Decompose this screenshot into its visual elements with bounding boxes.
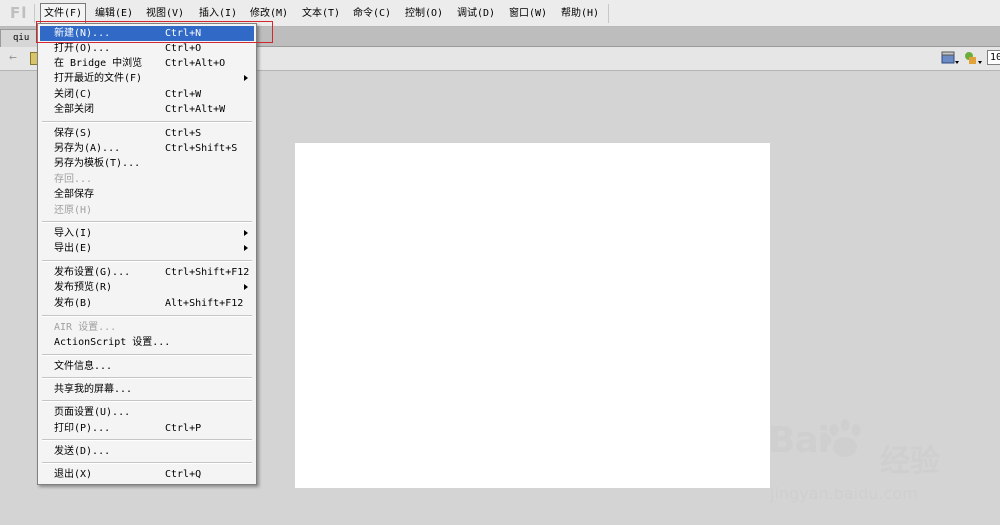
menu-item-browse-bridge[interactable]: 在 Bridge 中浏览 Ctrl+Alt+O: [40, 56, 254, 71]
menu-item-export[interactable]: 导出(E): [40, 241, 254, 256]
menu-item-exit[interactable]: 退出(X) Ctrl+Q: [40, 467, 254, 482]
menu-separator: [42, 221, 252, 223]
menu-item-file-info[interactable]: 文件信息...: [40, 359, 254, 374]
watermark-brand: Bai: [768, 420, 830, 461]
back-arrow-icon[interactable]: ←: [9, 50, 17, 65]
watermark-url: jingyan.baidu.com: [770, 484, 918, 503]
menu-separator: [42, 400, 252, 402]
menu-item-publish[interactable]: 发布(B) Alt+Shift+F12: [40, 296, 254, 311]
menu-separator: [42, 260, 252, 262]
watermark-jingyan: 经验: [880, 444, 940, 479]
menubar-separator: [34, 4, 35, 23]
annotation-highlight-box: [36, 21, 273, 43]
menu-help[interactable]: 帮助(H): [558, 4, 602, 23]
stage-canvas[interactable]: [295, 143, 770, 488]
submenu-arrow-icon: [244, 245, 248, 251]
menu-separator: [42, 439, 252, 441]
menu-separator: [42, 315, 252, 317]
file-menu-dropdown: 新建(N)... Ctrl+N 打开(O)... Ctrl+O 在 Bridge 中…: [37, 23, 257, 485]
zoom-input[interactable]: 10: [987, 50, 1000, 65]
menu-item-close[interactable]: 关闭(C) Ctrl+W: [40, 87, 254, 102]
menu-separator: [42, 377, 252, 379]
menu-item-save-as[interactable]: 另存为(A)... Ctrl+Shift+S: [40, 141, 254, 156]
menu-separator: [42, 462, 252, 464]
menu-separator: [42, 121, 252, 123]
menu-item-publish-settings[interactable]: 发布设置(G)... Ctrl+Shift+F12: [40, 265, 254, 280]
menu-item-open[interactable]: 打开(O)... Ctrl+O: [40, 41, 254, 56]
menu-item-open-recent[interactable]: 打开最近的文件(F): [40, 71, 254, 86]
menu-debug[interactable]: 调试(D): [454, 4, 498, 23]
edit-symbols-icon[interactable]: [963, 50, 983, 66]
menu-text[interactable]: 文本(T): [299, 4, 343, 23]
menubar-separator-right: [608, 4, 609, 23]
edit-scene-icon[interactable]: [940, 50, 960, 66]
menu-separator: [42, 354, 252, 356]
menu-item-publish-preview[interactable]: 发布预览(R): [40, 280, 254, 295]
menu-item-save-as-template[interactable]: 另存为模板(T)...: [40, 156, 254, 171]
menu-item-page-setup[interactable]: 页面设置(U)...: [40, 405, 254, 420]
menu-item-save-all[interactable]: 全部保存: [40, 187, 254, 202]
menu-item-check-in[interactable]: 存回...: [40, 172, 254, 187]
app-logo: Fl: [10, 4, 28, 22]
menu-item-close-all[interactable]: 全部关闭 Ctrl+Alt+W: [40, 102, 254, 117]
menu-window[interactable]: 窗口(W): [506, 4, 550, 23]
submenu-arrow-icon: [244, 75, 248, 81]
submenu-arrow-icon: [244, 230, 248, 236]
menu-item-import[interactable]: 导入(I): [40, 226, 254, 241]
menu-item-share-screen[interactable]: 共享我的屏幕...: [40, 382, 254, 397]
menu-item-print[interactable]: 打印(P)... Ctrl+P: [40, 421, 254, 436]
submenu-arrow-icon: [244, 284, 248, 290]
baidu-paw-icon: [824, 419, 861, 457]
menu-item-revert[interactable]: 还原(H): [40, 203, 254, 218]
menu-item-air-settings[interactable]: AIR 设置...: [40, 320, 254, 335]
menu-item-save[interactable]: 保存(S) Ctrl+S: [40, 126, 254, 141]
menu-item-actionscript-settings[interactable]: ActionScript 设置...: [40, 335, 254, 350]
menu-item-send[interactable]: 发送(D)...: [40, 444, 254, 459]
menu-control[interactable]: 控制(O): [402, 4, 446, 23]
menu-commands[interactable]: 命令(C): [350, 4, 394, 23]
